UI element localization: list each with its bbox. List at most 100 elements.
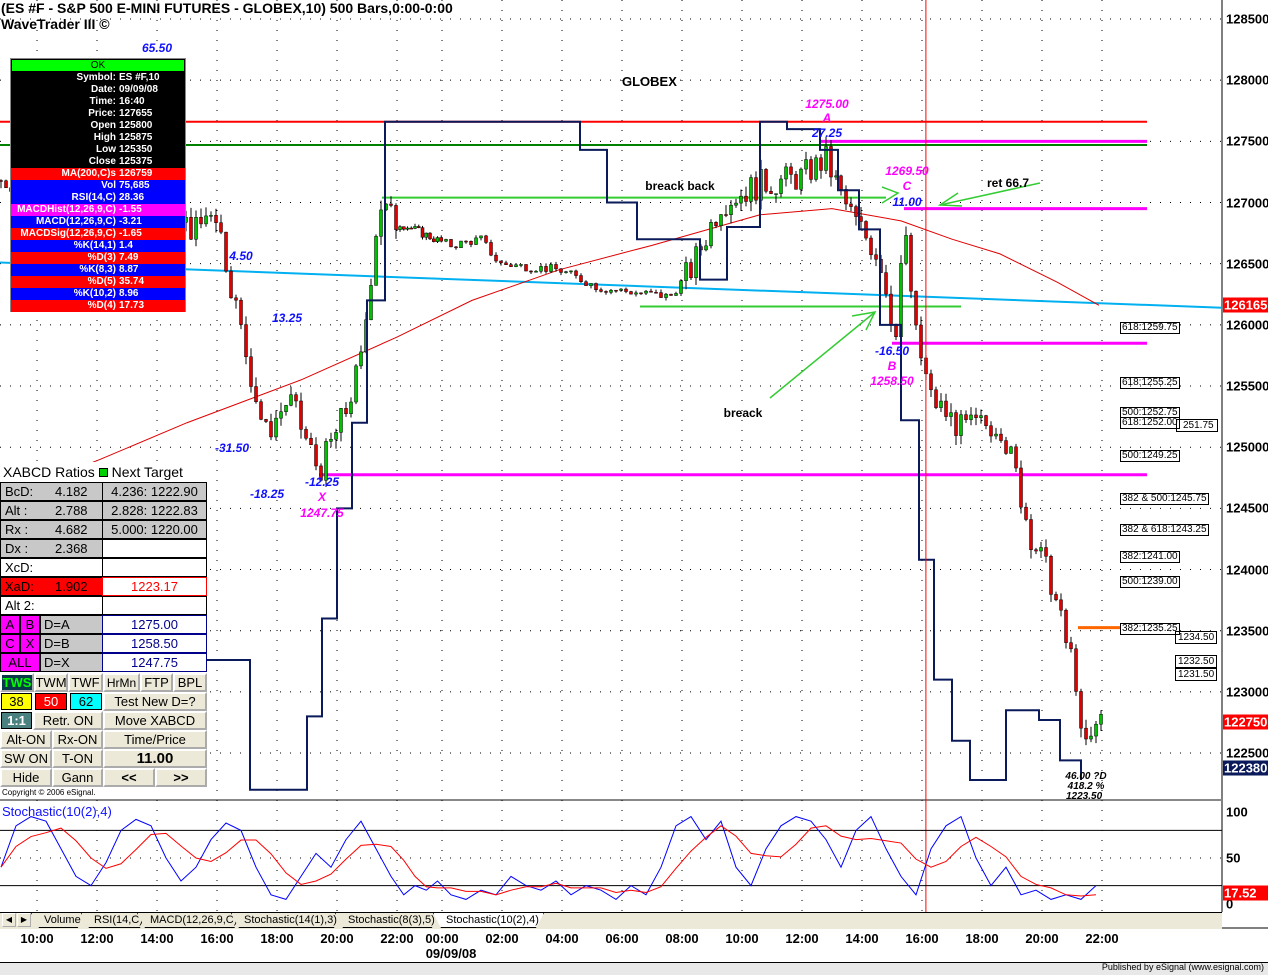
bpl-button[interactable]: BPL (173, 673, 207, 692)
previous-button[interactable]: << (103, 768, 155, 787)
hrmn-button[interactable]: HrMn (103, 673, 140, 692)
select-a-button[interactable]: A (0, 615, 20, 634)
scroll-left-icon[interactable]: ◀ (2, 913, 16, 927)
candle (594, 283, 598, 290)
candle (769, 190, 773, 194)
point-b-price: 1258.50 (870, 374, 914, 388)
next-target-icon (98, 467, 108, 477)
time-price-button[interactable]: Time/Price (103, 730, 207, 749)
tab-stochastic-10[interactable]: Stochastic(10(2),4) (433, 913, 544, 928)
retr-on-button[interactable]: Retr. ON (33, 711, 103, 730)
candle (1054, 594, 1058, 601)
select-x-button[interactable]: X (20, 634, 40, 653)
select-b-button[interactable]: B (20, 615, 40, 634)
candle (704, 245, 708, 251)
data-row: %D(4) 17.73 (11, 300, 185, 312)
select-all-button[interactable]: ALL (0, 653, 40, 672)
data-label: MA(200,C)s (61, 168, 116, 179)
ratio-50-button[interactable]: 50 (35, 693, 67, 710)
alt-on-button[interactable]: Alt-ON (0, 730, 52, 749)
time-tick: 14:00 (140, 931, 174, 946)
ratio-38-button[interactable]: 38 (1, 693, 32, 710)
candle (279, 411, 283, 419)
candle (409, 227, 413, 230)
tws-button[interactable]: TWS (0, 673, 34, 692)
tab-stochastic-8[interactable]: Stochastic(8(3),5) (335, 913, 440, 928)
tab-rsi[interactable]: RSI(14,C) (81, 913, 148, 928)
time-tick: 12:00 (785, 931, 819, 946)
candle (664, 293, 668, 298)
tab-macd[interactable]: MACD(12,26,9,C) (137, 913, 242, 928)
gann-button[interactable]: Gann (52, 768, 103, 787)
candle (349, 401, 353, 414)
price-tick: 123500 (1226, 623, 1268, 639)
candle (398, 226, 402, 230)
d-equals-a-label: D=A (40, 615, 103, 634)
ratio-1-1-button[interactable]: 1:1 (1, 712, 32, 729)
ratio-62-button[interactable]: 62 (70, 693, 102, 710)
ratio-label: Alt : (5, 503, 28, 518)
ma-trendline-price-marker: 126165 (1223, 297, 1268, 313)
point-b-label: B (887, 359, 897, 373)
annotation: -12.25 (304, 475, 340, 489)
candle (1039, 547, 1043, 552)
candle (402, 226, 406, 230)
breack-arrow (769, 311, 876, 399)
data-row: Symbol: ES #F,10 (11, 72, 185, 84)
data-label: Vol (101, 180, 116, 191)
candle (494, 254, 498, 262)
ftp-button[interactable]: FTP (140, 673, 173, 692)
candle (999, 433, 1003, 441)
xcd-target (102, 558, 207, 577)
time-tick: 18:00 (965, 931, 999, 946)
candle (484, 235, 488, 243)
price-tick: 124000 (1226, 562, 1268, 578)
candle (294, 394, 298, 402)
d-equals-b-label: D=B (40, 634, 103, 653)
twf-button[interactable]: TWF (68, 673, 103, 692)
tab-stochastic-14[interactable]: Stochastic(14(1),3) (231, 913, 342, 928)
scroll-right-icon[interactable]: ▶ (17, 913, 31, 927)
last-price-marker: 122750 (1223, 714, 1268, 730)
candle (934, 389, 938, 408)
candle (435, 237, 440, 242)
data-label: Symbol: (76, 72, 116, 83)
sw-on-button[interactable]: SW ON (0, 749, 52, 768)
candle (329, 439, 333, 442)
twm-button[interactable]: TWM (34, 673, 68, 692)
candle (754, 177, 758, 201)
data-value: 28.36 (119, 192, 145, 203)
t-on-button[interactable]: T-ON (52, 749, 103, 768)
time-tick: 04:00 (545, 931, 579, 946)
candle (574, 270, 578, 276)
time-tick: 10:00 (725, 931, 759, 946)
candle (1059, 599, 1063, 611)
ratio-value: 4.182 (55, 484, 88, 499)
candle (894, 325, 898, 337)
test-new-d-button[interactable]: Test New D=? (103, 692, 207, 711)
next-button[interactable]: >> (155, 768, 207, 787)
point-a-price: 1275.00 (805, 97, 849, 111)
status-bar (0, 962, 1268, 975)
candle (454, 246, 458, 249)
candle (1024, 506, 1028, 520)
data-row: Date: 09/09/08 (11, 84, 185, 96)
candle (444, 239, 448, 242)
time-price-value[interactable]: 11.00 (103, 749, 207, 768)
session-label: GLOBEX (622, 74, 677, 89)
ratio-value: 2.788 (55, 503, 88, 518)
candle (844, 189, 848, 205)
wave-line-price-marker: 122380 (1223, 760, 1268, 776)
fib-label: 382 & 618:1243.25 (1120, 524, 1209, 536)
rx-on-button[interactable]: Rx-ON (52, 730, 103, 749)
tab-volume[interactable]: Volume (31, 913, 86, 928)
stoch-tick: 50 (1226, 850, 1241, 866)
candle (0, 180, 3, 182)
select-c-button[interactable]: C (0, 634, 20, 653)
hide-button[interactable]: Hide (0, 768, 52, 787)
candle (554, 264, 558, 270)
candle (354, 365, 358, 403)
move-xabcd-button[interactable]: Move XABCD (103, 711, 207, 730)
time-tick: 22:00 (380, 931, 414, 946)
candle (204, 215, 208, 225)
